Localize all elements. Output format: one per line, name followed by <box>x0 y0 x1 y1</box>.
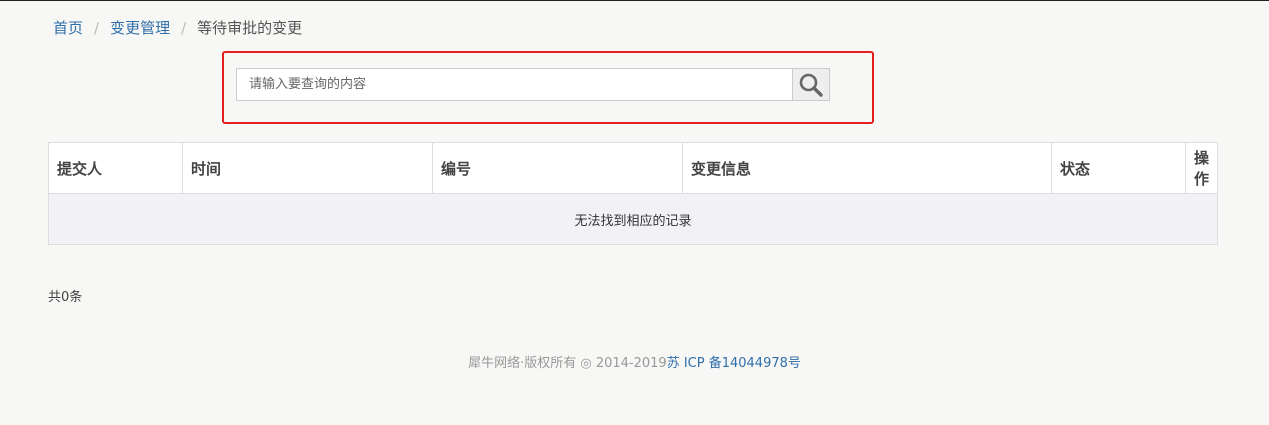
column-header-status[interactable]: 状态 <box>1050 142 1186 194</box>
breadcrumb-current: 等待审批的变更 <box>197 19 303 37</box>
column-header-submitter[interactable]: 提交人 <box>48 142 183 194</box>
column-header-number[interactable]: 编号 <box>431 142 683 194</box>
breadcrumb: 首页 / 变更管理 / 等待审批的变更 <box>53 17 302 38</box>
changes-table: 提交人 时间 编号 变更信息 状态 操作 无法找到相应的记录 <box>48 142 1219 245</box>
breadcrumb-separator: / <box>94 18 100 37</box>
table-header-row: 提交人 时间 编号 变更信息 状态 操作 <box>48 142 1219 194</box>
footer: 犀牛网络·版权所有 ◎ 2014-2019苏 ICP 备14044978号 <box>0 352 1269 371</box>
column-header-time[interactable]: 时间 <box>181 142 433 194</box>
breadcrumb-separator: / <box>181 18 187 37</box>
table-empty-row: 无法找到相应的记录 <box>48 193 1218 245</box>
search-input[interactable] <box>236 68 792 101</box>
footer-icp-link[interactable]: 苏 ICP 备14044978号 <box>667 356 801 371</box>
search-bar <box>236 68 830 101</box>
column-header-actions: 操作 <box>1184 142 1219 194</box>
column-header-change-info[interactable]: 变更信息 <box>681 142 1052 194</box>
empty-message: 无法找到相应的记录 <box>48 193 1218 245</box>
breadcrumb-change-management-link[interactable]: 变更管理 <box>110 17 170 38</box>
total-count: 共0条 <box>48 290 83 305</box>
search-button[interactable] <box>792 68 830 101</box>
search-icon <box>799 73 823 97</box>
breadcrumb-home-link[interactable]: 首页 <box>53 17 83 38</box>
footer-copyright: 犀牛网络·版权所有 ◎ 2014-2019 <box>468 356 667 371</box>
